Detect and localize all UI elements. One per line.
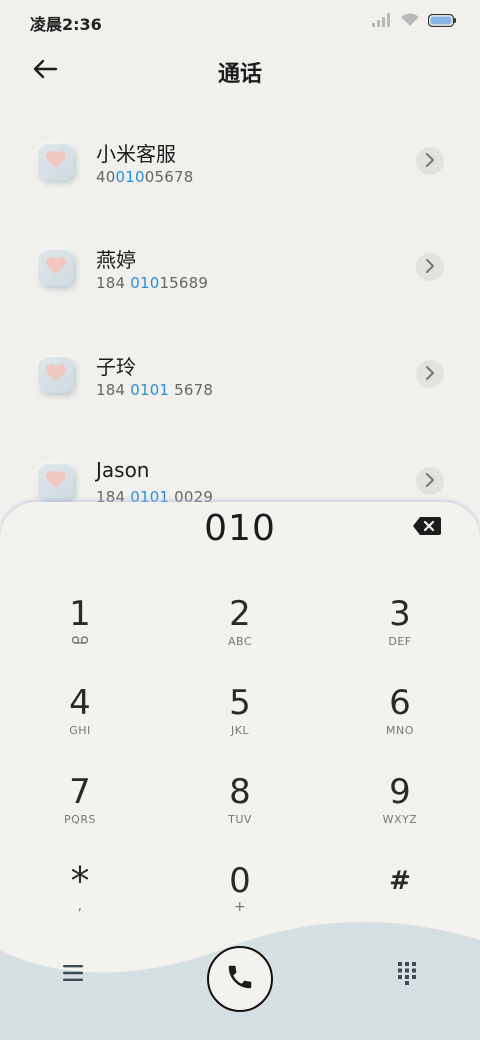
key-7[interactable]: 7 PQRS — [20, 772, 140, 852]
key-digit: 0 — [229, 861, 251, 901]
number-part: 5678 — [169, 381, 214, 399]
key-2[interactable]: 2 ABC — [180, 594, 300, 674]
chevron-right-icon — [425, 365, 435, 384]
key-6[interactable]: 6 MNO — [340, 683, 460, 763]
key-digit: 9 — [389, 772, 411, 812]
avatar — [38, 250, 74, 286]
contact-item[interactable]: 子玲 184 0101 5678 — [0, 323, 480, 419]
heart-icon — [46, 364, 66, 386]
number-match: 010 — [115, 168, 145, 186]
heart-icon — [46, 257, 66, 279]
contact-detail-button[interactable] — [416, 467, 444, 495]
contact-name: Jason — [96, 458, 150, 482]
contact-number: 4001005678 — [96, 168, 193, 186]
heart-icon — [46, 151, 66, 173]
backspace-icon — [412, 517, 442, 540]
key-letters: GHI — [69, 724, 91, 737]
key-letters: JKL — [230, 724, 250, 737]
key-letters: PQRS — [64, 813, 96, 826]
key-9[interactable]: 9 WXYZ — [340, 772, 460, 852]
signal-icon — [372, 13, 392, 27]
key-8[interactable]: 8 TUV — [180, 772, 300, 852]
dial-panel: 010 1 2 ABC 3 DEF 4 GHI 5 JKL 6 MNO 7 PQ… — [0, 502, 480, 1040]
contact-detail-button[interactable] — [416, 253, 444, 281]
number-part: 05678 — [144, 168, 194, 186]
chevron-right-icon — [425, 472, 435, 491]
page-title: 通话 — [217, 62, 262, 87]
voicemail-icon — [20, 634, 140, 650]
number-part: 40 — [96, 168, 116, 186]
key-letters: MNO — [386, 724, 414, 737]
key-digit: 6 — [389, 683, 411, 723]
phone-icon — [225, 962, 255, 996]
status-time: 凌晨2:36 — [30, 15, 102, 34]
key-letters: TUV — [228, 813, 252, 826]
key-digit: # — [389, 866, 411, 896]
header: 通话 — [0, 48, 480, 92]
dialpad-icon — [397, 961, 417, 989]
number-part: 184 — [96, 381, 131, 399]
dialpad-toggle-button[interactable] — [392, 960, 422, 990]
number-match: 0101 — [130, 381, 170, 399]
key-1[interactable]: 1 — [20, 594, 140, 674]
key-digit: 3 — [389, 594, 411, 634]
menu-button[interactable] — [58, 960, 88, 990]
contact-name: 燕婷 — [96, 248, 136, 272]
key-digit: 4 — [69, 683, 91, 723]
contact-number: 184 0101 5678 — [96, 381, 213, 399]
key-4[interactable]: 4 GHI — [20, 683, 140, 763]
call-button[interactable] — [207, 946, 273, 1012]
key-digit: 7 — [69, 772, 91, 812]
contact-name: 小米客服 — [96, 142, 176, 166]
chevron-right-icon — [425, 152, 435, 171]
contact-item[interactable]: 小米客服 4001005678 — [0, 110, 480, 206]
key-3[interactable]: 3 DEF — [340, 594, 460, 674]
key-letters: ABC — [227, 635, 253, 648]
contact-detail-button[interactable] — [416, 360, 444, 388]
contact-name: 子玲 — [96, 355, 136, 379]
number-match: 010 — [130, 274, 160, 292]
battery-icon — [428, 13, 456, 27]
bottom-bar — [0, 930, 480, 1040]
menu-icon — [62, 964, 84, 986]
key-digit: 1 — [69, 594, 91, 634]
status-bar: 凌晨2:36 — [0, 0, 480, 42]
contact-number: 184 01015689 — [96, 274, 208, 292]
heart-icon — [46, 471, 66, 493]
key-digit: 5 — [229, 683, 251, 723]
avatar — [38, 357, 74, 393]
key-digit: 2 — [229, 594, 251, 634]
dial-input-display[interactable]: 010 — [0, 508, 480, 549]
contact-item[interactable]: 燕婷 184 01015689 — [0, 216, 480, 312]
status-icons — [372, 13, 456, 27]
key-5[interactable]: 5 JKL — [180, 683, 300, 763]
contact-detail-button[interactable] — [416, 147, 444, 175]
backspace-button[interactable] — [412, 516, 442, 538]
avatar — [38, 144, 74, 180]
wifi-icon — [400, 13, 420, 27]
number-part: 15689 — [159, 274, 209, 292]
key-digit: 8 — [229, 772, 251, 812]
avatar — [38, 464, 74, 500]
key-digit: * — [70, 859, 90, 903]
chevron-right-icon — [425, 258, 435, 277]
key-letters: WXYZ — [382, 813, 418, 826]
key-letters: DEF — [388, 635, 412, 648]
number-part: 184 — [96, 274, 131, 292]
